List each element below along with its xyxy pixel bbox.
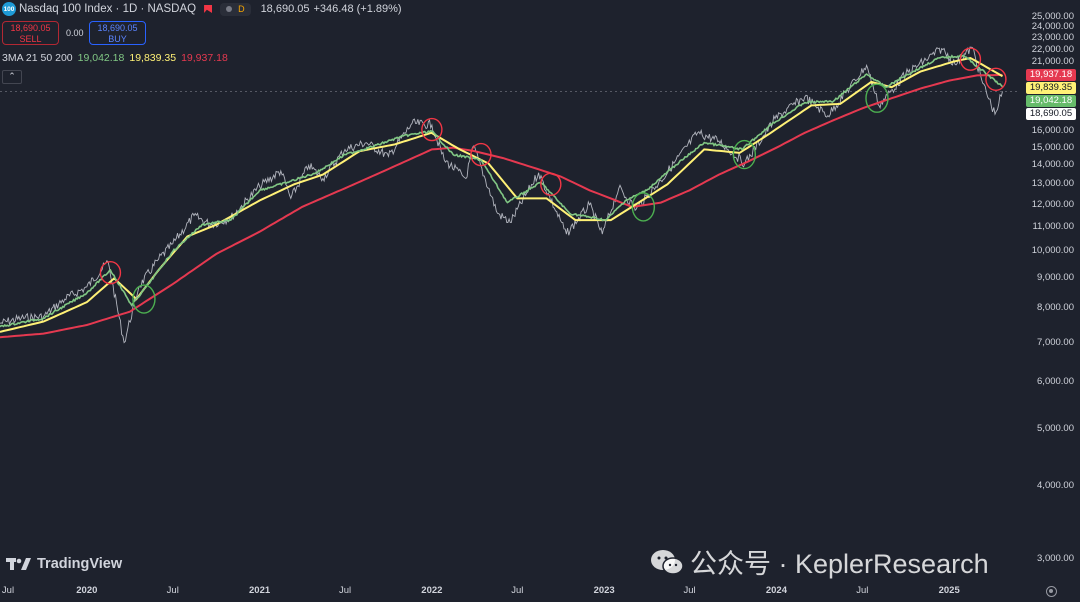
price-axis-tick: 14,000.00: [1031, 159, 1074, 171]
time-axis-tick: Jul: [683, 585, 696, 596]
price-axis-tick: 22,000.00: [1031, 43, 1074, 55]
status-dot-icon: [226, 6, 233, 12]
price-axis-tick: 13,000.00: [1031, 178, 1074, 190]
time-axis-tick: 2022: [421, 585, 443, 596]
watermark-text: 公众号 · KeplerResearch: [690, 549, 989, 579]
time-axis-tick: Jul: [1, 585, 15, 596]
buy-price: 18,690.05: [97, 23, 138, 33]
tradingview-logo-icon: [6, 558, 31, 570]
price-axis-tick: 15,000.00: [1031, 141, 1074, 153]
price-axis-tick: 24,000.00: [1031, 21, 1074, 33]
price-axis-tick: 12,000.00: [1031, 198, 1074, 210]
buy-button[interactable]: 18,690.05 BUY: [89, 21, 146, 45]
chart-header: 100 Nasdaq 100 Index · 1D · NASDAQ D 18,…: [0, 0, 402, 18]
indicator-legend[interactable]: 3MA 21 50 200 19,042.18 19,839.35 19,937.18: [2, 52, 233, 64]
tradingview-logo[interactable]: TradingView: [6, 556, 122, 572]
price-axis-tick: 4,000.00: [1037, 479, 1074, 491]
ma200-price-tag: 19,937.18: [1026, 68, 1076, 81]
buy-label: BUY: [108, 34, 127, 44]
interval-badge-label: D: [238, 4, 245, 14]
wechat-icon: [651, 549, 684, 575]
price-axis-tick: 25,000.00: [1031, 11, 1074, 23]
symbol-title[interactable]: Nasdaq 100 Index · 1D · NASDAQ: [19, 3, 196, 15]
time-axis-tick: Jul: [856, 585, 869, 596]
ma50-price-tag: 19,839.35: [1026, 81, 1076, 94]
sell-signal-circle-2: [421, 117, 443, 142]
sell-price: 18,690.05: [10, 23, 51, 33]
time-axis-tick: 2023: [593, 585, 615, 596]
price-axis-tick: 9,000.00: [1037, 272, 1074, 284]
market-closed-flag-icon: [204, 5, 213, 13]
time-axis-tick: 2020: [76, 585, 98, 596]
ma200-series-line: [0, 73, 1003, 339]
data-status-badge[interactable]: D: [220, 2, 251, 16]
time-axis-tick: 2024: [765, 585, 788, 596]
price-axis-tick: 21,000.00: [1031, 55, 1074, 67]
price-axis-tick: 10,000.00: [1031, 245, 1074, 257]
wechat-watermark: 公众号 · KeplerResearch: [650, 542, 989, 581]
price-change: +346.48 (+1.89%): [313, 3, 402, 15]
spread-value: 0.00: [66, 28, 84, 38]
ma21-price-tag: 19,042.18: [1026, 94, 1076, 107]
last-price: 18,690.05: [260, 3, 310, 15]
time-axis-tick: Jul: [338, 585, 352, 596]
ma50-series-line: [0, 56, 1003, 333]
ma200-value: 19,937.18: [181, 52, 228, 64]
indicator-name: 3MA 21 50 200: [2, 52, 73, 64]
price-axis-tick: 11,000.00: [1032, 221, 1074, 233]
price-axis-tick: 16,000.00: [1031, 125, 1074, 137]
nasdaq100-logo: 100: [2, 2, 16, 16]
tradingview-wordmark: TradingView: [37, 556, 123, 572]
price-axis-tick: 5,000.00: [1037, 422, 1074, 434]
annotation-layer: [99, 47, 1007, 314]
ma50-value: 19,839.35: [129, 52, 177, 64]
collapse-legend-button[interactable]: ⌃: [2, 70, 22, 84]
price-axis-tick: 3,000.00: [1037, 553, 1074, 565]
settings-gear-icon[interactable]: [1046, 586, 1057, 597]
time-axis-tick: 2025: [938, 585, 960, 596]
time-axis-tick: 2021: [249, 585, 271, 596]
price-axis-tick: 6,000.00: [1037, 376, 1074, 388]
ma21-value: 19,042.18: [77, 52, 125, 64]
time-axis-tick: Jul: [511, 585, 524, 596]
price-chart[interactable]: [0, 0, 1080, 602]
sell-button[interactable]: 18,690.05 SELL: [2, 21, 59, 45]
last-price-tag: 18,690.05: [1026, 107, 1076, 120]
price-axis-tick: 7,000.00: [1037, 336, 1074, 348]
price-axis-tick: 23,000.00: [1031, 32, 1074, 44]
price-axis-tick: 8,000.00: [1037, 302, 1074, 314]
sell-label: SELL: [19, 34, 42, 44]
time-axis-tick: Jul: [166, 585, 179, 596]
